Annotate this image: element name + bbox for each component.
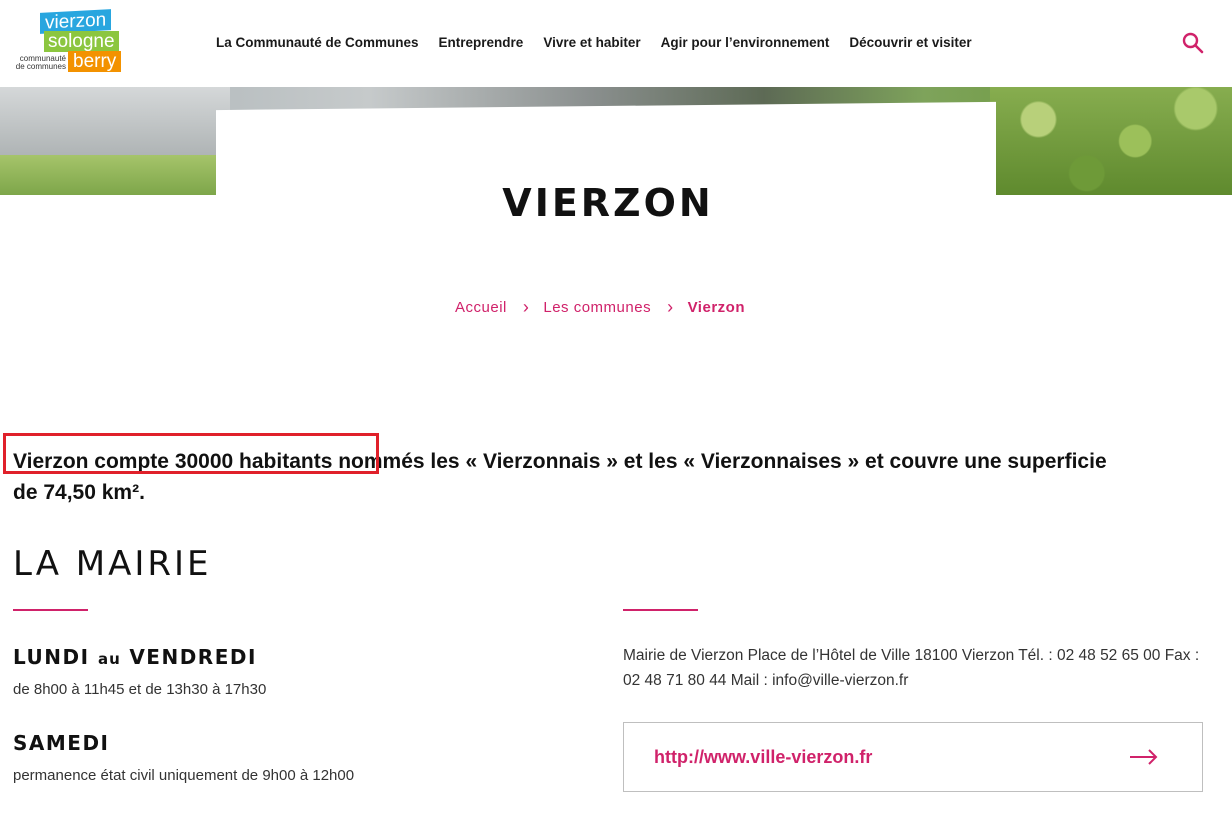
site-header: vierzon sologne berry communauté de comm… bbox=[0, 0, 1232, 87]
breadcrumb: Accueil › Les communes › Vierzon bbox=[0, 298, 1200, 316]
nav-item-vivre-habiter[interactable]: Vivre et habiter bbox=[543, 35, 640, 50]
breadcrumb-communes[interactable]: Les communes bbox=[543, 299, 651, 316]
banner-hedge bbox=[990, 87, 1232, 195]
website-link-card[interactable]: http://www.ville-vierzon.fr bbox=[623, 722, 1203, 792]
section-divider-left bbox=[13, 609, 88, 611]
schedule-saturday-label: SAMEDI bbox=[13, 731, 110, 755]
schedule-weekday-hours: de 8h00 à 11h45 et de 13h30 à 17h30 bbox=[13, 681, 267, 698]
day-connector: au bbox=[98, 650, 121, 668]
page-title: VIERZON bbox=[502, 181, 714, 225]
section-divider-right bbox=[623, 609, 698, 611]
search-icon[interactable] bbox=[1181, 31, 1205, 55]
main-nav: La Communauté de Communes Entreprendre V… bbox=[216, 35, 992, 50]
nav-item-communaute[interactable]: La Communauté de Communes bbox=[216, 35, 419, 50]
logo-word-berry: berry bbox=[68, 51, 122, 72]
schedule-weekday-label: LUNDI au VENDREDI bbox=[13, 645, 257, 669]
website-link[interactable]: http://www.ville-vierzon.fr bbox=[654, 747, 872, 768]
title-card bbox=[216, 101, 996, 251]
banner-wall bbox=[0, 87, 230, 157]
schedule-saturday-hours: permanence état civil uniquement de 9h00… bbox=[13, 767, 355, 784]
day-end: VENDREDI bbox=[129, 645, 257, 669]
breadcrumb-current: Vierzon bbox=[687, 298, 745, 316]
breadcrumb-home[interactable]: Accueil bbox=[455, 299, 507, 316]
logo-word-sologne: sologne bbox=[44, 31, 119, 52]
day-start: LUNDI bbox=[13, 645, 90, 669]
nav-item-environnement[interactable]: Agir pour l’environnement bbox=[661, 35, 830, 50]
nav-item-entreprendre[interactable]: Entreprendre bbox=[439, 35, 524, 50]
nav-item-decouvrir[interactable]: Découvrir et visiter bbox=[849, 35, 971, 50]
arrow-right-icon bbox=[1129, 747, 1159, 767]
logo-tagline: communauté de communes bbox=[15, 54, 66, 71]
mairie-address: Mairie de Vierzon Place de l’Hôtel de Vi… bbox=[623, 647, 1200, 689]
section-title-mairie: LA MAIRIE bbox=[13, 544, 212, 584]
highlight-box bbox=[3, 433, 379, 474]
chevron-right-icon: › bbox=[667, 297, 674, 317]
chevron-right-icon: › bbox=[522, 297, 530, 317]
site-logo[interactable]: vierzon sologne berry communauté de comm… bbox=[14, 9, 130, 75]
